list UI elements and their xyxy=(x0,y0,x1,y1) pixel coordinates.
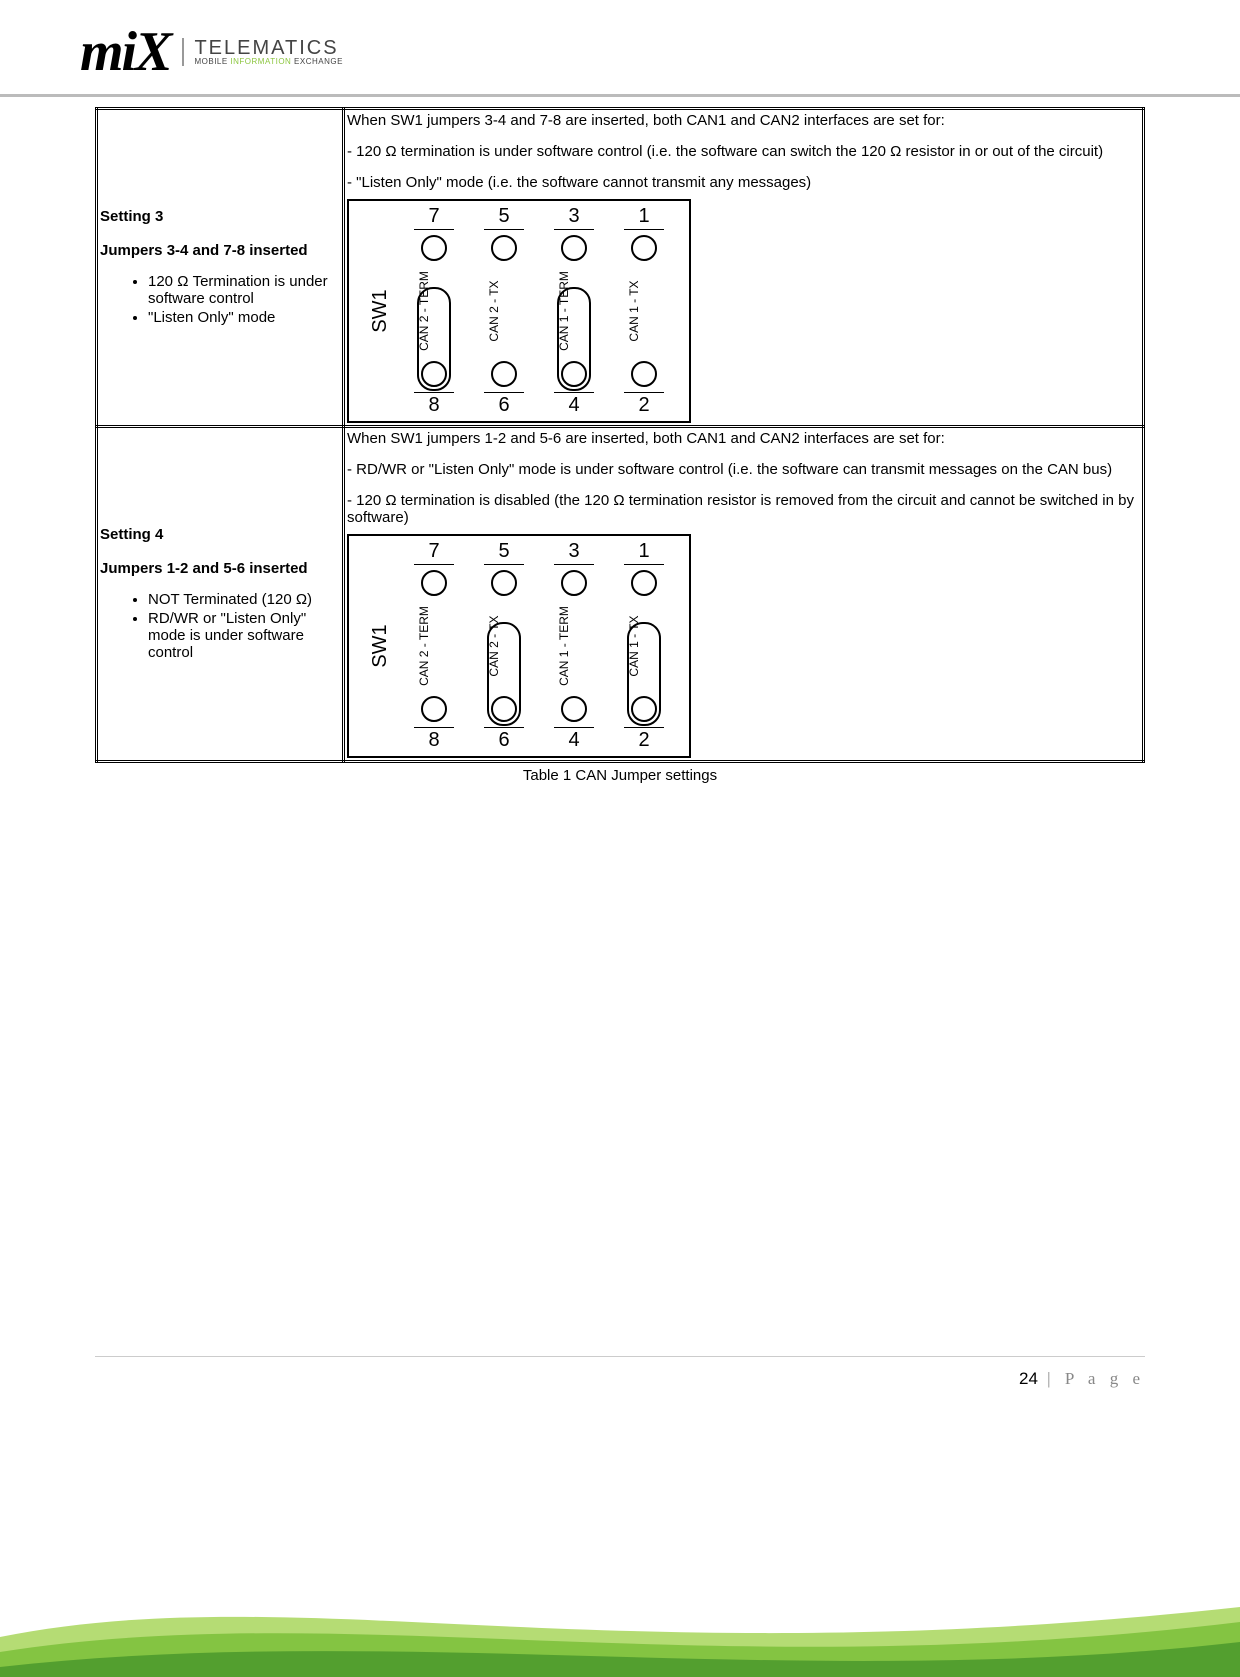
mix-logo: miX xyxy=(80,20,170,84)
pin-circle xyxy=(561,361,587,387)
content: Setting 3 Jumpers 3-4 and 7-8 inserted 1… xyxy=(0,97,1240,784)
list-item: NOT Terminated (120 Ω) xyxy=(148,591,340,608)
diagram-column: 3 CAN 1 - TERM 4 xyxy=(544,201,604,421)
pin-circle xyxy=(631,235,657,261)
pin-circle xyxy=(631,570,657,596)
diagram-column: 7 CAN 2 - TERM 8 xyxy=(404,536,464,756)
pin-circle xyxy=(491,696,517,722)
description-cell: When SW1 jumpers 1-2 and 5-6 are inserte… xyxy=(344,427,1144,762)
pin-circle xyxy=(561,235,587,261)
diagram-column: 1 CAN 1 - TX 2 xyxy=(614,201,674,421)
table-caption: Table 1 CAN Jumper settings xyxy=(95,767,1145,784)
footer-rule xyxy=(95,1356,1145,1357)
table-row: Setting 3 Jumpers 3-4 and 7-8 inserted 1… xyxy=(97,109,1144,427)
setting-cell: Setting 3 Jumpers 3-4 and 7-8 inserted 1… xyxy=(97,109,344,427)
pin-circle xyxy=(421,235,447,261)
setting-title: Setting 4 xyxy=(100,526,340,543)
diagram-column: 5 CAN 2 - TX 6 xyxy=(474,201,534,421)
list-item: RD/WR or "Listen Only" mode is under sof… xyxy=(148,610,340,661)
description-cell: When SW1 jumpers 3-4 and 7-8 are inserte… xyxy=(344,109,1144,427)
list-item: 120 Ω Termination is under software cont… xyxy=(148,273,340,307)
settings-table: Setting 3 Jumpers 3-4 and 7-8 inserted 1… xyxy=(95,107,1145,763)
description-text: When SW1 jumpers 1-2 and 5-6 are inserte… xyxy=(347,430,1140,526)
setting-cell: Setting 4 Jumpers 1-2 and 5-6 inserted N… xyxy=(97,427,344,762)
table-row: Setting 4 Jumpers 1-2 and 5-6 inserted N… xyxy=(97,427,1144,762)
pin-circle xyxy=(421,570,447,596)
diagram-column: 7 CAN 2 - TERM 8 xyxy=(404,201,464,421)
diagram-column: 5 CAN 2 - TX 6 xyxy=(474,536,534,756)
sw1-diagram: SW1 7 CAN 2 - TERM 8 5 xyxy=(347,199,691,423)
pin-circle xyxy=(491,235,517,261)
pin-circle xyxy=(491,570,517,596)
description-text: When SW1 jumpers 3-4 and 7-8 are inserte… xyxy=(347,112,1140,191)
pin-circle xyxy=(561,696,587,722)
brand-title: TELEMATICS xyxy=(194,38,342,58)
sw-label: SW1 xyxy=(369,289,392,332)
diagram-column: 1 CAN 1 - TX 2 xyxy=(614,536,674,756)
logo-row: miX TELEMATICS MOBILE INFORMATION EXCHAN… xyxy=(80,20,1160,84)
pin-circle xyxy=(631,696,657,722)
sw1-diagram: SW1 7 CAN 2 - TERM 8 5 xyxy=(347,534,691,758)
page-header: miX TELEMATICS MOBILE INFORMATION EXCHAN… xyxy=(0,0,1240,88)
bullet-list: NOT Terminated (120 Ω) RD/WR or "Listen … xyxy=(100,591,340,661)
pin-circle xyxy=(491,361,517,387)
pin-circle xyxy=(631,361,657,387)
page-number: 24 | P a g e xyxy=(1019,1369,1145,1389)
pin-circle xyxy=(421,361,447,387)
setting-sub: Jumpers 1-2 and 5-6 inserted xyxy=(100,560,340,577)
pin-circle xyxy=(421,696,447,722)
brand-sub: MOBILE INFORMATION EXCHANGE xyxy=(194,58,342,66)
footer-wave-icon xyxy=(0,1567,1240,1677)
bullet-list: 120 Ω Termination is under software cont… xyxy=(100,273,340,326)
brand-block: TELEMATICS MOBILE INFORMATION EXCHANGE xyxy=(182,38,342,66)
sw-label: SW1 xyxy=(369,624,392,667)
pin-circle xyxy=(561,570,587,596)
setting-title: Setting 3 xyxy=(100,208,340,225)
list-item: "Listen Only" mode xyxy=(148,309,340,326)
diagram-column: 3 CAN 1 - TERM 4 xyxy=(544,536,604,756)
setting-sub: Jumpers 3-4 and 7-8 inserted xyxy=(100,242,340,259)
